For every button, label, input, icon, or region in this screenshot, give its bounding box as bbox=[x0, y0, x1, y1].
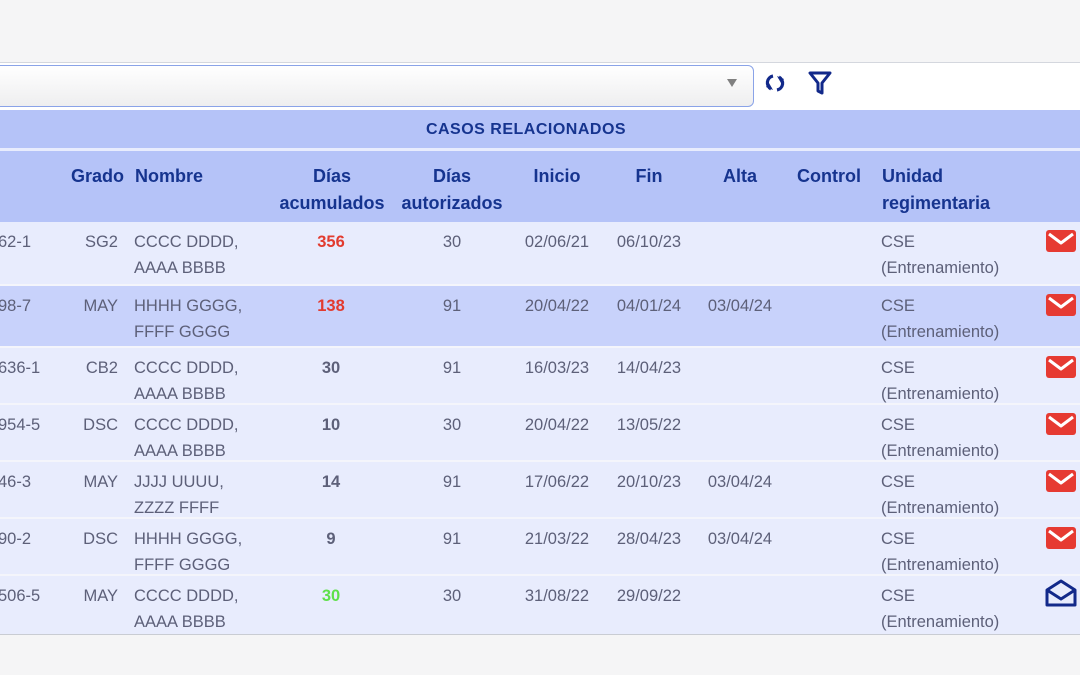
table-row[interactable]: 636-1 CB2 CCCC DDDD, AAAA BBBB 30 91 16/03/23 1… bbox=[0, 346, 1080, 405]
table-row[interactable]: 90-2 DSC HHHH GGGG, FFFF GGGG 9 91 21/03/22 28/… bbox=[0, 517, 1080, 576]
dias-autorizados-cell: 30 bbox=[442, 587, 462, 605]
table-row[interactable]: 954-5 DSC CCCC DDDD, AAAA BBBB 10 30 20/04/22 1… bbox=[0, 403, 1080, 462]
table-row[interactable]: 62-1 SG2 CCCC DDDD, AAAA BBBB 356 30 02/06/21 0… bbox=[0, 222, 1080, 284]
mail-closed-icon[interactable] bbox=[1044, 227, 1078, 255]
header-nombre[interactable]: Nombre bbox=[135, 163, 203, 190]
dias-acumulados-cell: 30 bbox=[321, 587, 341, 605]
fin-cell: 28/04/23 bbox=[616, 530, 682, 548]
related-cases-table: CASOS RELACIONADOS Grado Nombre Días acu… bbox=[0, 110, 1080, 635]
header-dias-acumulados[interactable]: Días acumulados bbox=[270, 163, 394, 217]
case-id: 62-1 bbox=[0, 233, 32, 251]
fin-cell: 14/04/23 bbox=[616, 359, 682, 377]
grado-cell: MAY bbox=[83, 473, 118, 491]
toolbar bbox=[0, 62, 1080, 111]
inicio-cell: 17/06/22 bbox=[524, 473, 590, 491]
fin-cell: 04/01/24 bbox=[616, 297, 682, 315]
dias-acumulados-cell: 138 bbox=[317, 297, 345, 315]
header-control[interactable]: Control bbox=[797, 163, 861, 190]
dias-acumulados-cell: 14 bbox=[321, 473, 341, 491]
header-grado[interactable]: Grado bbox=[71, 163, 124, 190]
case-select-dropdown[interactable] bbox=[0, 65, 754, 107]
nombre-cell: CCCC DDDD, AAAA BBBB bbox=[134, 233, 239, 277]
case-id: 506-5 bbox=[0, 587, 41, 605]
header-dias-autorizados[interactable]: Días autorizados bbox=[392, 163, 512, 217]
inicio-cell: 20/04/22 bbox=[524, 416, 590, 434]
header-unidad-regimentaria[interactable]: Unidad regimentaria bbox=[882, 163, 990, 217]
nombre-cell: CCCC DDDD, AAAA BBBB bbox=[134, 359, 239, 403]
unidad-cell: CSE (Entrenamiento) bbox=[881, 530, 1000, 574]
unidad-cell: CSE (Entrenamiento) bbox=[881, 359, 1000, 403]
mail-open-icon[interactable] bbox=[1044, 579, 1078, 607]
case-id: 636-1 bbox=[0, 359, 41, 377]
grado-cell: DSC bbox=[83, 530, 118, 548]
mail-closed-icon[interactable] bbox=[1044, 524, 1078, 552]
case-id: 98-7 bbox=[0, 297, 32, 315]
unidad-cell: CSE (Entrenamiento) bbox=[881, 473, 1000, 517]
alta-cell: 03/04/24 bbox=[707, 530, 773, 548]
dias-autorizados-cell: 91 bbox=[442, 530, 462, 548]
nombre-cell: HHHH GGGG, FFFF GGGG bbox=[134, 297, 243, 341]
case-id: 90-2 bbox=[0, 530, 32, 548]
dias-acumulados-cell: 9 bbox=[326, 530, 336, 548]
mail-closed-icon[interactable] bbox=[1044, 353, 1078, 381]
alta-cell: 03/04/24 bbox=[707, 473, 773, 491]
fin-cell: 13/05/22 bbox=[616, 416, 682, 434]
fin-cell: 29/09/22 bbox=[616, 587, 682, 605]
inicio-cell: 31/08/22 bbox=[524, 587, 590, 605]
dias-acumulados-cell: 30 bbox=[321, 359, 341, 377]
dias-autorizados-cell: 30 bbox=[442, 416, 462, 434]
unidad-cell: CSE (Entrenamiento) bbox=[881, 233, 1000, 277]
inicio-cell: 16/03/23 bbox=[524, 359, 590, 377]
fin-cell: 06/10/23 bbox=[616, 233, 682, 251]
mail-closed-icon[interactable] bbox=[1044, 291, 1078, 319]
header-fin[interactable]: Fin bbox=[609, 163, 689, 190]
dias-acumulados-cell: 10 bbox=[321, 416, 341, 434]
unidad-cell: CSE (Entrenamiento) bbox=[881, 297, 1000, 341]
nombre-cell: JJJJ UUUU, ZZZZ FFFF bbox=[134, 473, 224, 517]
inicio-cell: 20/04/22 bbox=[524, 297, 590, 315]
grado-cell: SG2 bbox=[84, 233, 118, 251]
case-id: 46-3 bbox=[0, 473, 32, 491]
header-inicio[interactable]: Inicio bbox=[517, 163, 597, 190]
alta-cell: 03/04/24 bbox=[707, 297, 773, 315]
fin-cell: 20/10/23 bbox=[616, 473, 682, 491]
dias-autorizados-cell: 91 bbox=[442, 359, 462, 377]
nombre-cell: CCCC DDDD, AAAA BBBB bbox=[134, 587, 239, 631]
nombre-cell: CCCC DDDD, AAAA BBBB bbox=[134, 416, 239, 460]
refresh-icon[interactable] bbox=[762, 70, 788, 96]
table-row[interactable]: 506-5 MAY CCCC DDDD, AAAA BBBB 30 30 31/08/22 2… bbox=[0, 574, 1080, 636]
grado-cell: CB2 bbox=[85, 359, 118, 377]
dropdown-arrow-icon[interactable] bbox=[727, 79, 737, 87]
table-title: CASOS RELACIONADOS bbox=[0, 110, 1080, 148]
mail-closed-icon[interactable] bbox=[1044, 410, 1078, 438]
dias-autorizados-cell: 30 bbox=[442, 233, 462, 251]
dias-autorizados-cell: 91 bbox=[442, 297, 462, 315]
header-alta[interactable]: Alta bbox=[700, 163, 780, 190]
filter-icon[interactable] bbox=[807, 70, 833, 96]
inicio-cell: 02/06/21 bbox=[524, 233, 590, 251]
nombre-cell: HHHH GGGG, FFFF GGGG bbox=[134, 530, 243, 574]
dias-acumulados-cell: 356 bbox=[317, 233, 345, 251]
inicio-cell: 21/03/22 bbox=[524, 530, 590, 548]
table-header-row: Grado Nombre Días acumulados Días autori… bbox=[0, 151, 1080, 222]
table-row[interactable]: 46-3 MAY JJJJ UUUU, ZZZZ FFFF 14 91 17/06/22 20… bbox=[0, 460, 1080, 519]
dias-autorizados-cell: 91 bbox=[442, 473, 462, 491]
unidad-cell: CSE (Entrenamiento) bbox=[881, 587, 1000, 631]
unidad-cell: CSE (Entrenamiento) bbox=[881, 416, 1000, 460]
table-row[interactable]: 98-7 MAY HHHH GGGG, FFFF GGGG 138 91 20/04/22 0… bbox=[0, 284, 1080, 348]
mail-closed-icon[interactable] bbox=[1044, 467, 1078, 495]
case-id: 954-5 bbox=[0, 416, 41, 434]
grado-cell: MAY bbox=[83, 297, 118, 315]
grado-cell: MAY bbox=[83, 587, 118, 605]
grado-cell: DSC bbox=[83, 416, 118, 434]
